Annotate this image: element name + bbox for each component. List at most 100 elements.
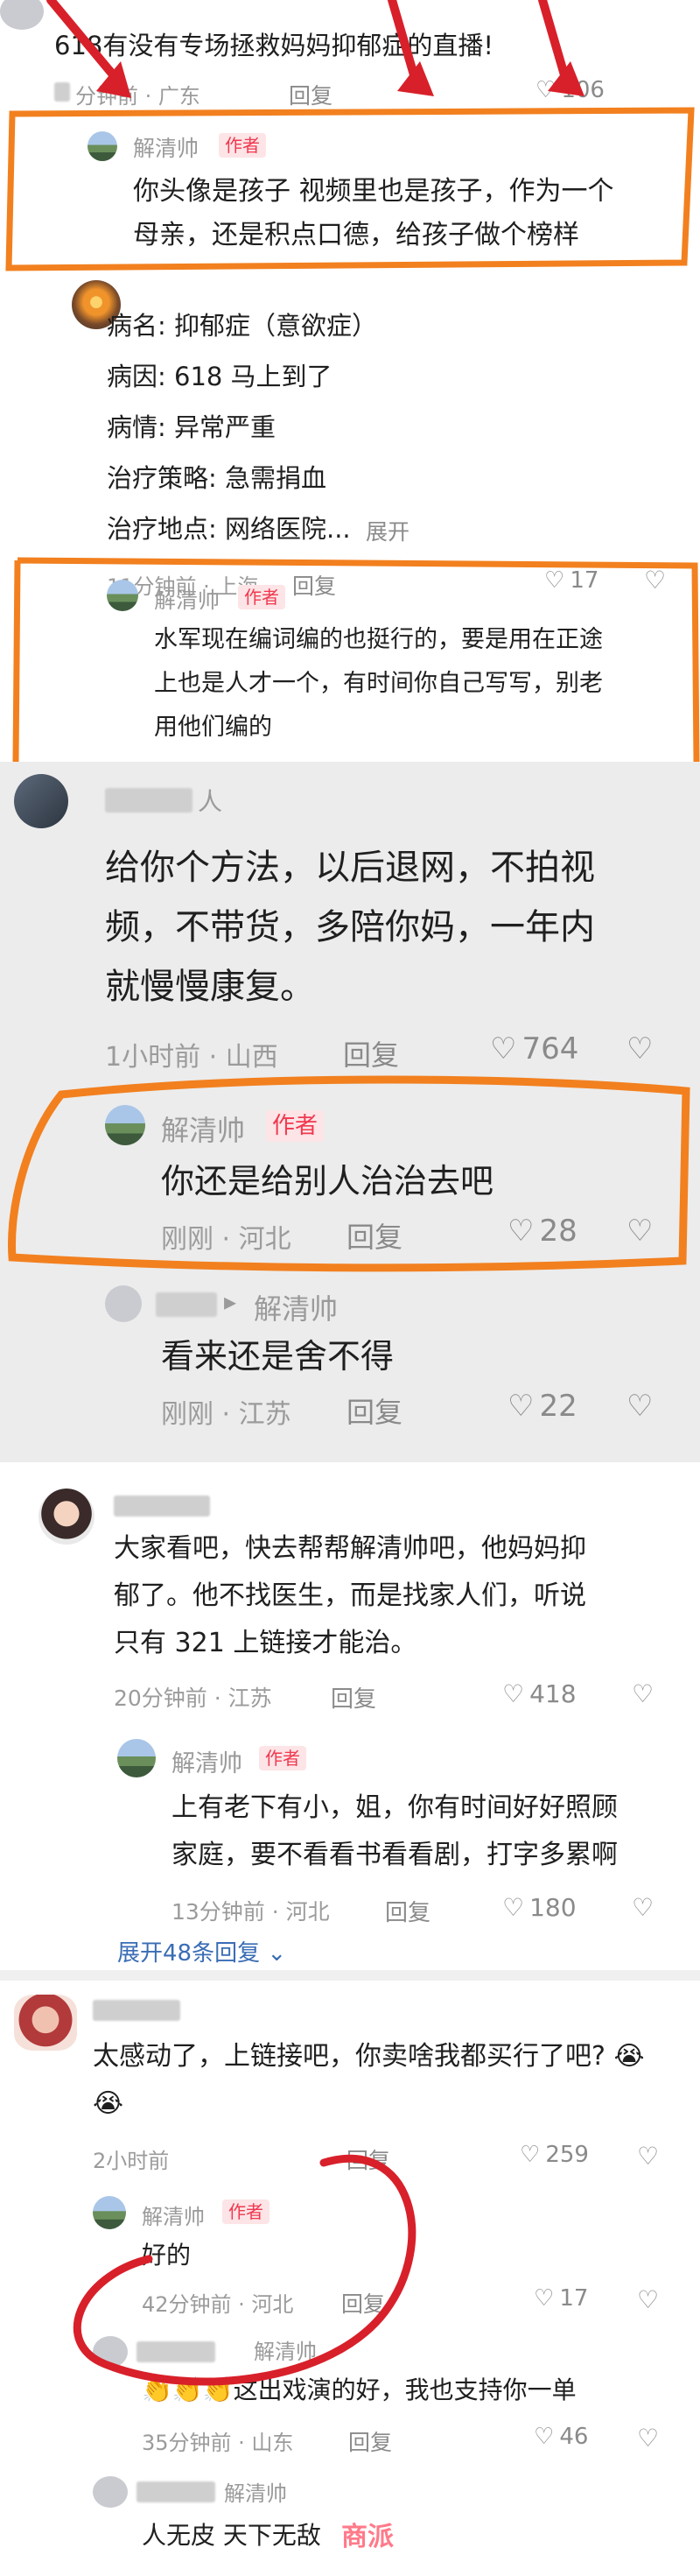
author-badge: 作者 xyxy=(222,2199,270,2224)
blurred-username xyxy=(93,2000,180,2021)
avatar[interactable] xyxy=(93,2336,128,2368)
avatar[interactable] xyxy=(105,1285,142,1322)
author-name[interactable]: 解清帅 xyxy=(172,1744,242,1778)
reply-button[interactable]: 回复 xyxy=(292,569,336,601)
reply-target-name[interactable]: 解清帅 xyxy=(224,2476,287,2507)
reply-text-line-1: 水军现在编词编的也挺行的，要是用在正途 xyxy=(154,626,603,653)
comment-text: 618有没有专场拯救妈妈抑郁症的直播! xyxy=(54,31,494,60)
author-badge: 作者 xyxy=(238,585,285,609)
reply-text-line-2: 母亲，还是积点口德，给孩子做个榜样 xyxy=(133,220,579,250)
author-name[interactable]: 解清帅 xyxy=(142,2199,205,2230)
comment-line-1: 病名: 抑郁症（意欲症） xyxy=(107,311,377,341)
comment-line-3: 就慢慢康复。 xyxy=(105,967,315,1007)
reply-button[interactable]: 回复 xyxy=(346,1215,402,1256)
dislike-icon[interactable]: ♡ xyxy=(626,1389,653,1424)
reply-meta: 35分钟前 · 山东 xyxy=(142,2431,294,2455)
dislike-icon[interactable]: ♡ xyxy=(632,1893,654,1922)
like-count: 46 xyxy=(559,2424,589,2450)
reply-text-line-2: 上也是人才一个，有时间你自己写写，别老 xyxy=(154,670,603,697)
author-avatar[interactable] xyxy=(88,131,117,161)
like-button[interactable]: ♡ 418 xyxy=(502,1679,577,1708)
like-button[interactable]: ♡ 46 xyxy=(534,2424,588,2450)
reply-button[interactable]: 回复 xyxy=(331,1681,376,1714)
dislike-icon[interactable]: ♡ xyxy=(632,1679,654,1708)
heart-icon: ♡ xyxy=(536,77,556,103)
reply-text: 好的 xyxy=(142,2241,192,2270)
comment-line-2: 频，不带货，多陪你妈，一年内 xyxy=(105,907,595,947)
section-divider xyxy=(0,1970,700,1981)
chevron-down-icon: ⌄ xyxy=(267,1940,287,1967)
reply-meta: 刚刚 · 河北 xyxy=(161,1224,291,1255)
heart-icon: ♡ xyxy=(508,1214,535,1249)
reply-button[interactable]: 回复 xyxy=(289,79,332,110)
author-badge: 作者 xyxy=(259,1746,306,1770)
heart-icon: ♡ xyxy=(508,1389,535,1424)
reply-meta: 42分钟前 · 河北 xyxy=(142,2292,294,2317)
like-count: 17 xyxy=(559,2285,589,2312)
dislike-icon[interactable]: ♡ xyxy=(626,1031,653,1066)
blurred-username xyxy=(136,2481,215,2502)
reply-target-name[interactable]: 解清帅 xyxy=(254,1287,338,1327)
reply-button[interactable]: 回复 xyxy=(348,2425,392,2457)
comment-line-2: 郁了。他不找医生，而是找家人们，听说 xyxy=(114,1580,586,1611)
author-name[interactable]: 解清帅 xyxy=(154,583,220,615)
like-button[interactable]: ♡ 259 xyxy=(520,2142,589,2168)
comment-line-3: 只有 321 上链接才能治。 xyxy=(114,1628,417,1658)
like-button[interactable]: ♡ 22 xyxy=(508,1389,578,1424)
heart-icon: ♡ xyxy=(534,2285,555,2312)
heart-icon: ♡ xyxy=(490,1031,517,1066)
like-button[interactable]: ♡ 106 xyxy=(536,77,605,103)
reply-text: 人无皮 天下无敌 xyxy=(142,2521,321,2550)
author-avatar[interactable] xyxy=(107,580,138,611)
comment-line-3: 病情: 异常严重 xyxy=(107,412,276,442)
dislike-icon[interactable]: ♡ xyxy=(637,2142,659,2171)
avatar[interactable] xyxy=(14,774,68,828)
expand-replies-link[interactable]: 展开48条回复 ⌄ xyxy=(117,1935,286,1967)
reply-button[interactable]: 回复 xyxy=(341,2287,385,2319)
comment-line-5: 治疗地点: 网络医院... xyxy=(107,514,351,544)
dislike-icon[interactable]: ♡ xyxy=(637,2424,659,2453)
avatar[interactable] xyxy=(93,2476,128,2508)
comment-panel-5: 太感动了，上链接吧，你卖啥我都买行了吧? 😭 😭 2小时前 回复 ♡ 259 ♡… xyxy=(0,1981,700,2576)
comment-meta: 20分钟前 · 江苏 xyxy=(114,1686,272,1711)
dislike-icon[interactable]: ♡ xyxy=(644,566,666,595)
author-avatar[interactable] xyxy=(93,2196,126,2229)
like-button[interactable]: ♡ 764 xyxy=(490,1031,578,1066)
blurred-time-prefix xyxy=(54,82,70,102)
dislike-icon[interactable]: ♡ xyxy=(637,2285,659,2314)
like-button[interactable]: ♡ 28 xyxy=(508,1214,578,1249)
reply-arrow: ▸ xyxy=(224,1287,237,1316)
comment-meta: 1小时前 · 山西 xyxy=(105,1042,278,1073)
reply-button[interactable]: 回复 xyxy=(346,1390,402,1431)
commenter-name-suffix: 人 xyxy=(198,787,223,816)
watermark: 商派 xyxy=(341,2522,394,2552)
comment-line-4: 治疗策略: 急需捐血 xyxy=(107,463,326,493)
reply-meta: 13分钟前 · 河北 xyxy=(172,1899,330,1925)
like-button[interactable]: ♡ 17 xyxy=(534,2285,588,2312)
reply-button[interactable]: 回复 xyxy=(343,1033,399,1073)
author-name[interactable]: 解清帅 xyxy=(133,131,199,163)
author-avatar[interactable] xyxy=(105,1105,145,1145)
avatar[interactable] xyxy=(14,1995,77,2051)
like-count: 259 xyxy=(545,2142,589,2168)
author-name[interactable]: 解清帅 xyxy=(161,1109,245,1149)
avatar[interactable] xyxy=(38,1489,94,1545)
blurred-username xyxy=(105,788,192,813)
reply-text: 你还是给别人治治去吧 xyxy=(161,1162,494,1200)
expand-text-link[interactable]: 展开 xyxy=(366,515,410,546)
reply-button[interactable]: 回复 xyxy=(385,1895,430,1927)
reply-text-line-1: 你头像是孩子 视频里也是孩子，作为一个 xyxy=(133,176,614,207)
dislike-icon[interactable]: ♡ xyxy=(626,1214,653,1249)
like-button[interactable]: ♡ 180 xyxy=(502,1893,577,1922)
author-avatar[interactable] xyxy=(117,1739,156,1777)
comment-line-1: 给你个方法，以后退网，不拍视 xyxy=(105,848,595,888)
avatar[interactable] xyxy=(0,0,44,30)
reply-text: 看来还是舍不得 xyxy=(161,1337,395,1376)
comment-line-2: 病因: 618 马上到了 xyxy=(107,362,332,391)
comment-meta: 2小时前 xyxy=(93,2149,170,2173)
reply-target-name[interactable]: 解清帅 xyxy=(254,2334,317,2365)
comment-line-1: 大家看吧，快去帮帮解清帅吧，他妈妈抑 xyxy=(114,1533,586,1564)
reply-button[interactable]: 回复 xyxy=(346,2143,390,2175)
blurred-username xyxy=(114,1496,210,1517)
like-button[interactable]: ♡ 17 xyxy=(544,567,598,594)
